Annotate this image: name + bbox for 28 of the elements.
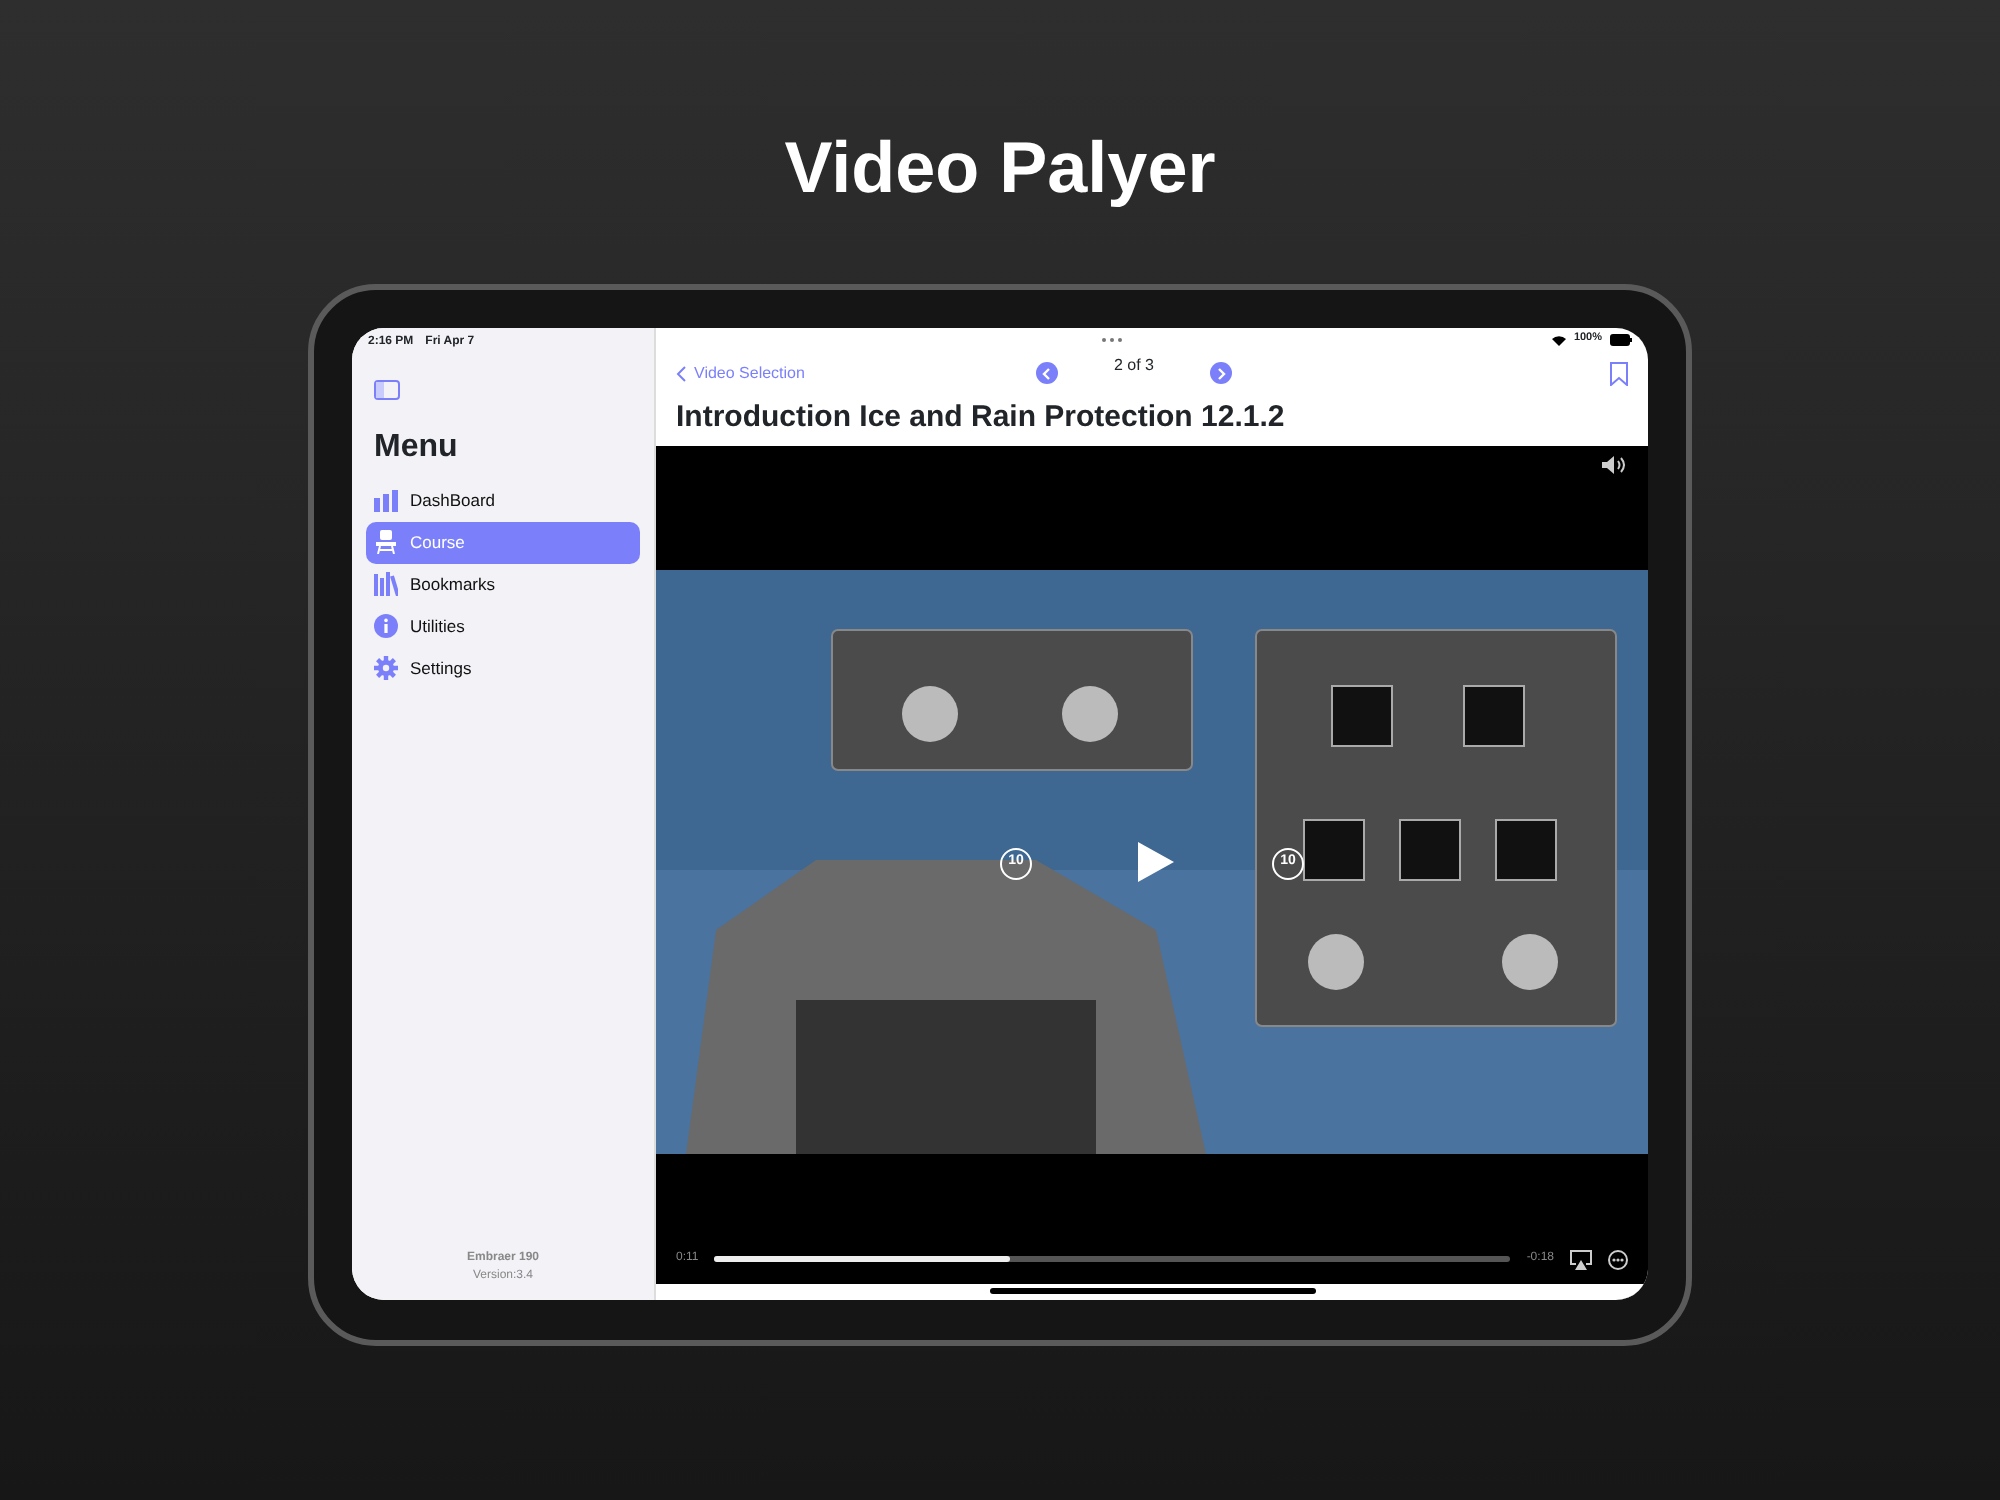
next-button[interactable]: [1210, 362, 1232, 385]
more-dots-icon[interactable]: [1101, 337, 1122, 342]
menu-item[interactable]: Utilities: [366, 605, 640, 648]
bar-chart-icon: [374, 488, 398, 513]
menu-item[interactable]: Settings: [366, 647, 640, 690]
menu-item[interactable]: DashBoard: [366, 479, 640, 522]
chevron-right-icon: [1216, 367, 1226, 380]
chevron-left-icon: [676, 365, 686, 382]
play-button[interactable]: [1132, 839, 1176, 884]
menu-item[interactable]: Bookmarks: [366, 563, 640, 606]
seat-icon: [374, 530, 398, 555]
more-icon[interactable]: [1608, 1249, 1628, 1270]
sidebar-toggle-icon[interactable]: [374, 380, 400, 401]
bookmark-icon[interactable]: [1610, 361, 1628, 386]
chevron-left-icon: [1042, 367, 1052, 380]
info-icon: [374, 614, 398, 639]
wifi-icon: [1551, 333, 1566, 346]
progress-bar[interactable]: [714, 1256, 1511, 1263]
previous-button[interactable]: [1036, 362, 1058, 385]
settings-icon: [374, 656, 398, 681]
video-title: Introduction Ice and Rain Protection 12.1.2: [674, 397, 1287, 438]
page-title: Video Palyer: [784, 128, 1216, 208]
volume-icon[interactable]: [1602, 455, 1626, 474]
battery-icon: [1610, 333, 1633, 346]
airplay-icon[interactable]: [1570, 1249, 1592, 1270]
books-icon: [374, 572, 398, 597]
menu-title: Menu: [372, 427, 460, 468]
page-counter: 2 of 3: [1111, 354, 1156, 379]
